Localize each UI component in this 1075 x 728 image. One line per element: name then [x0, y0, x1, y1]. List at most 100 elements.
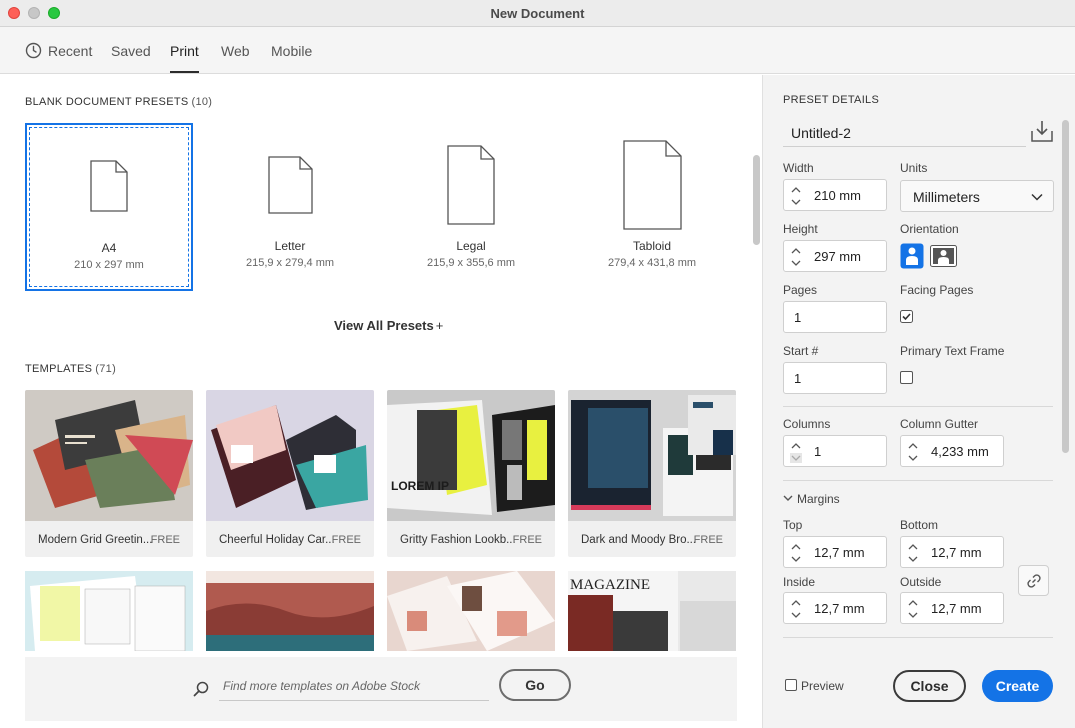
template-badge: FREE [512, 534, 542, 546]
template-thumbnail [25, 390, 193, 521]
template-thumbnail[interactable] [387, 571, 555, 651]
presets-panel: BLANK DOCUMENT PRESETS (10) A4 210 x 297 … [0, 75, 762, 728]
preset-name: Tabloid [632, 239, 672, 253]
template-badge: FREE [331, 534, 361, 546]
outside-margin-field[interactable]: 12,7 mm [900, 592, 1004, 624]
stepper-arrows-icon[interactable] [788, 596, 804, 622]
details-scrollbar[interactable] [1062, 120, 1069, 453]
height-field[interactable]: 297 mm [783, 240, 887, 272]
tab-bar: Recent Saved Print Web Mobile [0, 27, 1075, 74]
height-value: 297 mm [814, 249, 861, 264]
view-all-presets-link[interactable]: View All Presets + [334, 318, 443, 333]
template-badge: FREE [693, 534, 723, 546]
landscape-orientation-icon[interactable] [930, 243, 957, 269]
preset-a4[interactable]: A4 210 x 297 mm [25, 123, 193, 291]
tab-saved[interactable]: Saved [111, 43, 151, 59]
tab-print[interactable]: Print [170, 43, 199, 73]
stepper-arrows-icon[interactable] [788, 540, 804, 566]
inside-margin-field[interactable]: 12,7 mm [783, 592, 887, 624]
templates-count: (71) [95, 363, 117, 375]
preview-checkbox[interactable] [785, 679, 797, 691]
stepper-arrows-icon[interactable] [905, 596, 921, 622]
stepper-arrows-icon[interactable] [788, 244, 804, 270]
units-label: Units [900, 161, 928, 175]
presets-scrollbar[interactable] [753, 155, 760, 245]
column-gutter-label: Column Gutter [900, 417, 979, 431]
search-icon [193, 681, 209, 697]
bottom-margin-value: 12,7 mm [931, 545, 982, 560]
template-card[interactable]: Cheerful Holiday Car... FREE [206, 390, 374, 557]
width-field[interactable]: 210 mm [783, 179, 887, 211]
template-name: Modern Grid Greetin... [38, 534, 153, 546]
outside-margin-value: 12,7 mm [931, 601, 982, 616]
thumbnail-text: MAGAZINE [570, 577, 650, 593]
start-number-field[interactable]: 1 [783, 362, 887, 394]
start-number-value: 1 [794, 371, 802, 386]
save-preset-icon[interactable] [1031, 120, 1053, 142]
stepper-arrows-icon[interactable] [788, 439, 804, 465]
template-thumbnail[interactable] [25, 571, 193, 651]
tab-mobile[interactable]: Mobile [271, 43, 312, 59]
template-card[interactable]: LOREM IP Gritty Fashion Lookb... FREE [387, 390, 555, 557]
units-dropdown[interactable]: Millimeters [900, 180, 1054, 212]
orientation-label: Orientation [900, 222, 959, 236]
inside-margin-value: 12,7 mm [814, 601, 865, 616]
portrait-orientation-icon[interactable] [900, 243, 924, 269]
document-icon [90, 160, 128, 212]
go-button[interactable]: Go [499, 669, 571, 701]
margins-toggle[interactable]: Margins [783, 492, 840, 506]
stepper-arrows-icon[interactable] [905, 439, 921, 465]
blank-presets-count: (10) [191, 96, 213, 108]
units-value: Millimeters [913, 189, 980, 205]
preset-name: Letter [274, 239, 306, 253]
outside-margin-label: Outside [900, 575, 942, 589]
template-badge: FREE [150, 534, 180, 546]
tab-web[interactable]: Web [221, 43, 250, 59]
templates-heading: TEMPLATES (71) [25, 363, 116, 375]
columns-field[interactable]: 1 [783, 435, 887, 467]
pages-field[interactable]: 1 [783, 301, 887, 333]
thumbnail-text: LOREM IP [391, 479, 449, 493]
column-gutter-field[interactable]: 4,233 mm [900, 435, 1004, 467]
document-icon [622, 140, 682, 230]
clock-icon [25, 42, 42, 59]
preset-size: 210 x 297 mm [74, 259, 144, 271]
preset-name: A4 [101, 241, 117, 255]
facing-pages-checkbox[interactable] [900, 310, 913, 323]
document-icon [447, 145, 495, 225]
plus-icon: + [435, 318, 444, 333]
template-thumbnail[interactable]: MAGAZINE [568, 571, 736, 651]
preset-size: 279,4 x 431,8 mm [607, 257, 697, 269]
primary-text-frame-label: Primary Text Frame [900, 344, 1005, 358]
blank-presets-heading-text: BLANK DOCUMENT PRESETS [25, 96, 189, 108]
create-button[interactable]: Create [982, 670, 1053, 702]
pages-label: Pages [783, 283, 818, 297]
stepper-arrows-icon[interactable] [788, 183, 804, 209]
tab-recent[interactable]: Recent [48, 43, 92, 59]
template-thumbnail[interactable] [206, 571, 374, 651]
pages-value: 1 [794, 310, 802, 325]
preset-details-heading: PRESET DETAILS [783, 94, 880, 106]
template-card[interactable]: Modern Grid Greetin... FREE [25, 390, 193, 557]
blank-presets-heading: BLANK DOCUMENT PRESETS (10) [25, 96, 212, 108]
link-icon [1027, 574, 1041, 588]
columns-label: Columns [783, 417, 831, 431]
link-margins-button[interactable] [1018, 565, 1049, 596]
start-number-label: Start # [783, 344, 819, 358]
top-margin-field[interactable]: 12,7 mm [783, 536, 887, 568]
stepper-arrows-icon[interactable] [905, 540, 921, 566]
bottom-margin-field[interactable]: 12,7 mm [900, 536, 1004, 568]
preset-size: 215,9 x 355,6 mm [426, 257, 516, 269]
preset-tabloid[interactable]: Tabloid 279,4 x 431,8 mm [568, 123, 736, 291]
preset-letter[interactable]: Letter 215,9 x 279,4 mm [206, 123, 374, 291]
template-card[interactable]: Dark and Moody Bro... FREE [568, 390, 736, 557]
close-button[interactable]: Close [893, 670, 966, 702]
primary-text-frame-checkbox[interactable] [900, 371, 913, 384]
columns-value: 1 [814, 444, 822, 459]
document-icon [267, 156, 313, 214]
stock-search-input[interactable] [219, 671, 489, 701]
template-name: Gritty Fashion Lookb... [400, 534, 516, 546]
preset-details-panel: PRESET DETAILS Untitled-2 Width 210 mm U… [762, 75, 1075, 728]
preset-legal[interactable]: Legal 215,9 x 355,6 mm [387, 123, 555, 291]
document-name-field[interactable]: Untitled-2 [783, 117, 1026, 147]
